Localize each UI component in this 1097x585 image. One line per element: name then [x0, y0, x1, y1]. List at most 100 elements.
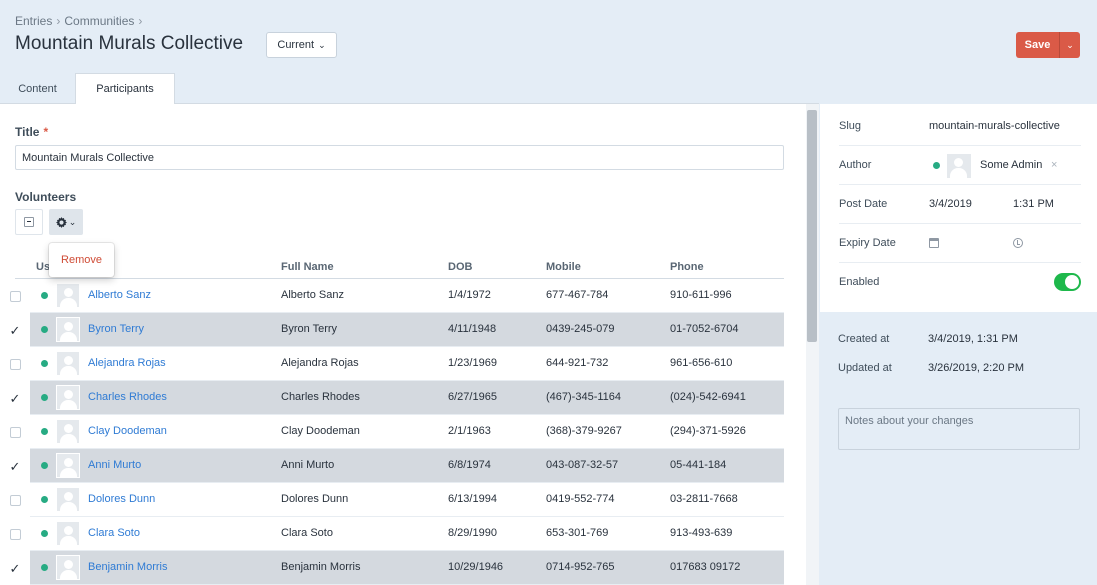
post-time-field[interactable]: 1:31 PM	[1013, 185, 1054, 224]
avatar	[56, 385, 80, 410]
close-icon[interactable]: ×	[1051, 146, 1057, 185]
cell-phone: 017683 09172	[670, 561, 741, 573]
calendar-icon[interactable]	[929, 238, 939, 248]
notes-textarea[interactable]: Notes about your changes	[838, 408, 1080, 450]
cell-mobile: 644-921-732	[546, 357, 609, 369]
cell-dob: 1/23/1969	[448, 357, 497, 369]
cell-mobile: 677-467-784	[546, 289, 609, 301]
table-row[interactable]: ✓ Benjamin Morris Benjamin Morris 10/29/194…	[0, 551, 784, 585]
breadcrumb-communities[interactable]: Communities	[64, 14, 134, 28]
user-link[interactable]: Charles Rhodes	[88, 391, 167, 403]
cell-phone: 03-2811-7668	[670, 493, 738, 505]
row-checkbox[interactable]: ✓	[0, 381, 30, 415]
user-link[interactable]: Byron Terry	[88, 323, 144, 335]
status-dot	[41, 292, 48, 299]
author-avatar	[947, 154, 971, 178]
checkbox-box	[9, 528, 21, 540]
remove-menu-item[interactable]: Remove	[61, 254, 102, 266]
avatar	[56, 521, 80, 546]
row-checkbox[interactable]	[0, 347, 30, 381]
row-checkbox[interactable]: ✓	[0, 551, 30, 585]
tab-participants[interactable]: Participants	[75, 73, 175, 105]
entry-meta-panel: Slug mountain-murals-collective Author S…	[819, 104, 1097, 312]
table-row[interactable]: Dolores Dunn Dolores Dunn 6/13/1994 0419-55…	[0, 483, 784, 517]
title-input[interactable]: Mountain Murals Collective	[15, 145, 784, 170]
user-link[interactable]: Dolores Dunn	[88, 493, 155, 505]
table-row[interactable]: Clay Doodeman Clay Doodeman 2/1/1963 (368)-…	[0, 415, 784, 449]
cell-mobile: 0419-552-774	[546, 493, 615, 505]
cell-dob: 10/29/1946	[448, 561, 504, 573]
user-link[interactable]: Clara Soto	[88, 527, 140, 539]
row-checkbox[interactable]	[0, 483, 30, 517]
checkbox-box	[9, 290, 21, 302]
tab-bar: Content Participants	[0, 73, 819, 105]
cell-full-name: Dolores Dunn	[281, 493, 349, 505]
created-label: Created at	[838, 333, 890, 345]
page-title: Mountain Murals Collective	[15, 33, 244, 54]
cell-full-name: Clay Doodeman	[281, 425, 360, 437]
checkmark-icon: ✓	[9, 458, 21, 474]
status-dot	[41, 394, 48, 401]
breadcrumb-entries[interactable]: Entries	[15, 14, 52, 28]
title-label: Title *	[15, 125, 49, 139]
chevron-down-icon: ⌄	[1066, 39, 1074, 50]
actions-menu-button[interactable]: ⌄	[49, 209, 83, 235]
scrollbar-thumb[interactable]	[807, 110, 817, 342]
cell-full-name: Anni Murto	[281, 459, 335, 471]
user-link[interactable]: Alberto Sanz	[88, 289, 151, 301]
status-dot	[41, 462, 48, 469]
main-content: Title * Mountain Murals Collective Volunt…	[0, 104, 806, 585]
cell-full-name: Alejandra Rojas	[281, 357, 359, 369]
row-checkbox[interactable]: ✓	[0, 313, 30, 347]
row-checkbox[interactable]: ✓	[0, 449, 30, 483]
select-all-checkbox[interactable]	[15, 209, 43, 235]
avatar	[56, 419, 80, 444]
table-row[interactable]: ✓ Byron Terry Byron Terry 4/11/1948 0439-245…	[0, 313, 784, 347]
column-dob[interactable]: DOB	[448, 261, 472, 273]
column-mobile[interactable]: Mobile	[546, 261, 581, 273]
updated-row: Updated at 3/26/2019, 2:20 PM	[838, 362, 1080, 374]
avatar	[56, 555, 80, 580]
enabled-label: Enabled	[839, 276, 880, 288]
author-name[interactable]: Some Admin	[980, 146, 1042, 185]
page-header: Entries › Communities › Mountain Murals Col…	[0, 0, 1097, 73]
site-selector-button[interactable]: Current ⌄	[266, 32, 337, 58]
cell-dob: 1/4/1972	[448, 289, 491, 301]
enabled-toggle[interactable]	[1054, 273, 1081, 291]
table-row[interactable]: ✓ Anni Murto Anni Murto 6/8/1974 043-087-32-…	[0, 449, 784, 483]
table-row[interactable]: Alejandra Rojas Alejandra Rojas 1/23/1969 6…	[0, 347, 784, 381]
checkbox-box	[9, 494, 21, 506]
table-row[interactable]: ✓ Charles Rhodes Charles Rhodes 6/27/1965 (4…	[0, 381, 784, 415]
user-link[interactable]: Anni Murto	[88, 459, 141, 471]
user-link[interactable]: Alejandra Rojas	[88, 357, 166, 369]
cell-mobile: (467)-345-1164	[546, 391, 622, 403]
row-checkbox[interactable]	[0, 279, 30, 313]
chevron-down-icon: ⌄	[318, 39, 326, 50]
user-link[interactable]: Clay Doodeman	[88, 425, 167, 437]
tab-content[interactable]: Content	[0, 73, 75, 104]
table-row[interactable]: Alberto Sanz Alberto Sanz 1/4/1972 677-467-…	[0, 279, 784, 313]
cell-full-name: Clara Soto	[281, 527, 333, 539]
cell-mobile: 653-301-769	[546, 527, 609, 539]
row-checkbox[interactable]	[0, 415, 30, 449]
clock-icon[interactable]	[1013, 238, 1023, 248]
cell-phone: 05-441-184	[670, 459, 727, 471]
status-dot	[41, 564, 48, 571]
table-row[interactable]: Clara Soto Clara Soto 8/29/1990 653-301-769…	[0, 517, 784, 551]
cell-full-name: Alberto Sanz	[281, 289, 344, 301]
post-date-row: Post Date 3/4/2019 1:31 PM	[839, 185, 1081, 224]
cell-mobile: 043-087-32-57	[546, 459, 619, 471]
user-link[interactable]: Benjamin Morris	[88, 561, 167, 573]
save-button[interactable]: Save	[1016, 32, 1059, 58]
chevron-down-icon: ⌄	[68, 216, 77, 227]
column-full-name[interactable]: Full Name	[281, 261, 334, 273]
cell-phone: 913-493-639	[670, 527, 733, 539]
slug-field[interactable]: mountain-murals-collective	[929, 107, 1060, 146]
updated-value: 3/26/2019, 2:20 PM	[928, 362, 1025, 374]
cell-dob: 6/27/1965	[448, 391, 497, 403]
column-phone[interactable]: Phone	[670, 261, 704, 273]
save-options-button[interactable]: ⌄	[1059, 32, 1080, 58]
cell-phone: 910-611-996	[670, 289, 732, 301]
row-checkbox[interactable]	[0, 517, 30, 551]
post-date-field[interactable]: 3/4/2019	[929, 185, 972, 224]
